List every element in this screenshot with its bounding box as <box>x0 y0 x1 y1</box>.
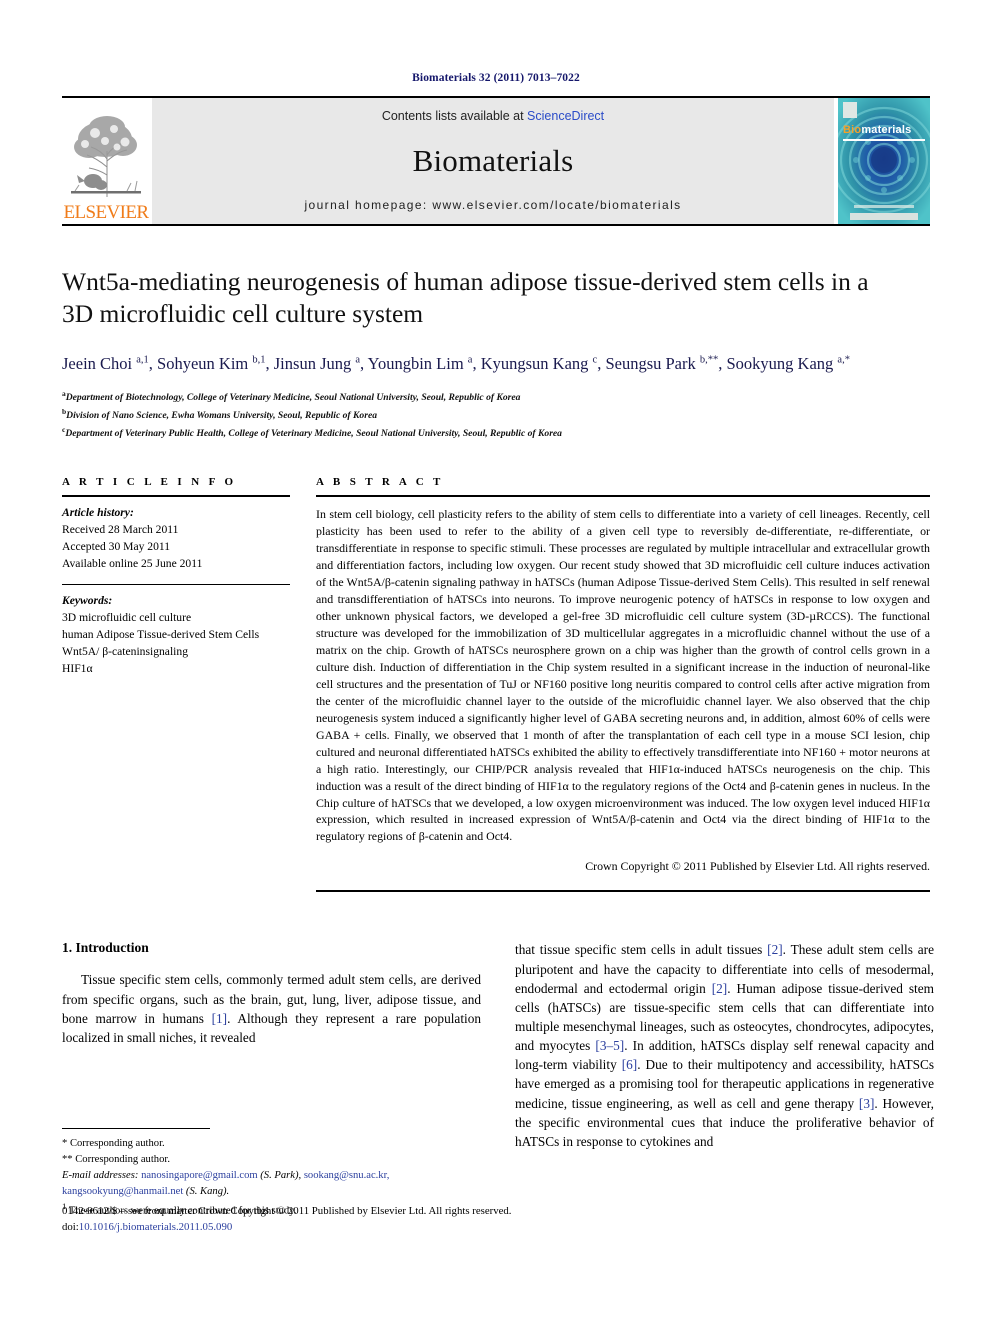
abstract-text: In stem cell biology, cell plasticity re… <box>316 507 930 844</box>
citation-link[interactable]: [2] <box>767 942 783 957</box>
sciencedirect-link[interactable]: ScienceDirect <box>527 109 604 123</box>
keywords-block: Keywords: 3D microfluidic cell culture h… <box>62 585 290 678</box>
cover-title: Biomaterials <box>843 124 925 136</box>
cover-footer-rule <box>854 205 914 208</box>
cover-footer-bar <box>850 213 918 220</box>
citation-link[interactable]: [2] <box>712 981 728 996</box>
contents-prefix: Contents lists available at <box>381 109 524 123</box>
paper-page: Biomaterials 32 (2011) 7013–7022 ELSEVIE… <box>0 0 992 1323</box>
footnote-corresponding-2: ** Corresponding author. <box>62 1153 170 1165</box>
elsevier-tree-icon <box>67 111 145 203</box>
introduction-section: 1. Introduction Tissue specific stem cel… <box>62 940 934 1151</box>
keyword-item: human Adipose Tissue-derived Stem Cells <box>62 627 260 641</box>
cover-title-bio: Bio <box>843 124 862 136</box>
running-head: Biomaterials 32 (2011) 7013–7022 <box>412 72 580 84</box>
article-info-body: Article history: Received 28 March 2011 … <box>62 497 290 677</box>
elsevier-wordmark: ELSEVIER <box>63 202 150 223</box>
keyword-item: Wnt5A/ β-cateninsignaling <box>62 644 188 658</box>
footnote-rule <box>62 1128 210 1129</box>
footer-copyright: 0142-9612/$ – see front matter Crown Cop… <box>62 1205 512 1217</box>
abstract-column: A B S T R A C T In stem cell biology, ce… <box>316 476 930 893</box>
history-item: Received 28 March 2011 <box>62 523 179 537</box>
article-info-column: A R T I C L E I N F O Article history: R… <box>62 476 290 892</box>
abstract-heading: A B S T R A C T <box>316 476 444 489</box>
page-title: Wnt5a-mediating neurogenesis of human ad… <box>62 267 869 329</box>
affiliation-item: aDepartment of Biotechnology, College of… <box>62 389 521 404</box>
article-history-block: Article history: Received 28 March 2011 … <box>62 505 290 582</box>
keywords-label: Keywords: <box>62 594 113 607</box>
intro-paragraph-right: that tissue specific stem cells in adult… <box>515 942 935 1149</box>
keyword-item: 3D microfluidic cell culture <box>62 610 192 624</box>
abstract-bottom-rule <box>316 890 930 893</box>
info-abstract-region: A R T I C L E I N F O Article history: R… <box>62 476 930 893</box>
citation-link[interactable]: [3–5] <box>595 1038 624 1053</box>
affiliation-item: bDivision of Nano Science, Ewha Womans U… <box>62 407 378 422</box>
email-link[interactable]: nanosingapore@gmail.com <box>141 1170 258 1181</box>
email-label: E-mail addresses: <box>62 1169 139 1181</box>
footnote-corresponding-1: * Corresponding author. <box>62 1138 165 1149</box>
journal-cover-thumbnail: Biomaterials <box>838 98 930 224</box>
history-item: Accepted 30 May 2011 <box>62 540 171 554</box>
affiliation-list: aDepartment of Biotechnology, College of… <box>62 388 930 442</box>
contents-list-line: Contents lists available at ScienceDirec… <box>382 109 604 123</box>
keyword-item: HIF1α <box>62 661 93 675</box>
body-column-left: 1. Introduction Tissue specific stem cel… <box>62 940 481 1151</box>
journal-homepage[interactable]: journal homepage: www.elsevier.com/locat… <box>304 198 681 212</box>
article-history-label: Article history: <box>62 506 134 520</box>
section-heading-introduction: 1. Introduction <box>62 940 149 956</box>
cover-elsevier-mark <box>843 102 857 118</box>
history-item: Available online 25 June 2011 <box>62 557 203 571</box>
email-link[interactable]: sookang@snu.ac.kr, <box>304 1170 390 1181</box>
email-link[interactable]: kangsookyung@hanmail.net <box>62 1186 183 1197</box>
elsevier-logo: ELSEVIER <box>62 98 150 224</box>
page-footer: 0142-9612/$ – see front matter Crown Cop… <box>62 1203 930 1235</box>
author-list: Jeein Choi a,1, Sohyeun Kim b,1, Jinsun … <box>62 354 850 374</box>
footnote-emails: E-mail addresses: nanosingapore@gmail.co… <box>62 1169 390 1197</box>
citation-link[interactable]: [3] <box>859 1096 875 1111</box>
intro-paragraph-left: Tissue specific stem cells, commonly ter… <box>62 972 482 1045</box>
doi-link[interactable]: 10.1016/j.biomaterials.2011.05.090 <box>79 1221 232 1233</box>
citation-link[interactable]: [6] <box>622 1057 638 1072</box>
cover-underline <box>843 139 925 141</box>
footer-doi: doi:10.1016/j.biomaterials.2011.05.090 <box>62 1221 233 1234</box>
journal-title: Biomaterials <box>412 142 574 178</box>
sciencedirect-banner: Contents lists available at ScienceDirec… <box>152 98 834 224</box>
article-info-heading: A R T I C L E I N F O <box>62 476 237 489</box>
title-block: Wnt5a-mediating neurogenesis of human ad… <box>62 266 930 442</box>
cover-title-materials: materials <box>861 124 912 136</box>
journal-masthead: ELSEVIER Contents lists available at Sci… <box>62 98 930 224</box>
masthead-bottom-rule <box>62 224 930 226</box>
abstract-copyright: Crown Copyright © 2011 Published by Else… <box>585 859 930 874</box>
affiliation-item: cDepartment of Veterinary Public Health,… <box>62 425 562 440</box>
body-column-right: that tissue specific stem cells in adult… <box>515 940 934 1151</box>
citation-link[interactable]: [1] <box>212 1011 228 1026</box>
